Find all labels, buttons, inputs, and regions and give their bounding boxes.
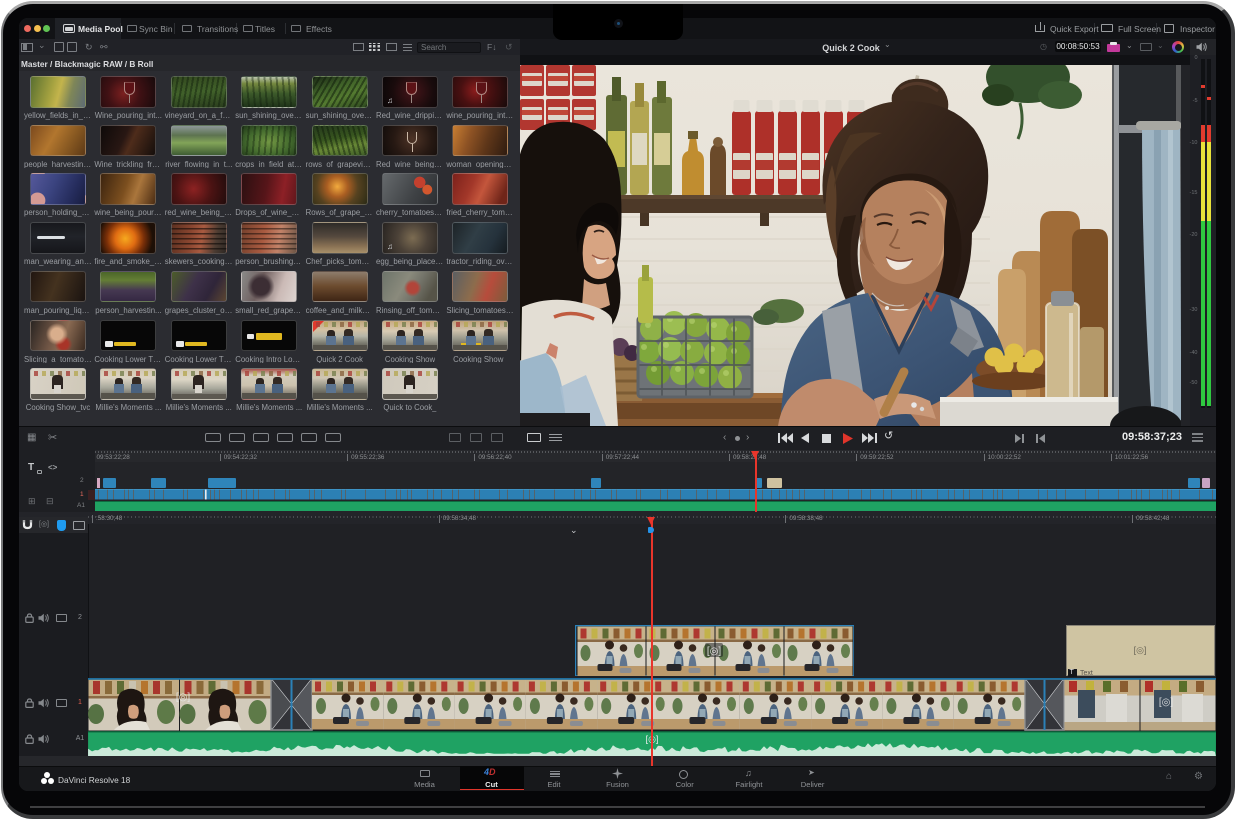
- svg-text:[◎]: [◎]: [176, 692, 191, 703]
- svg-text:[◎]: [◎]: [706, 646, 721, 657]
- svg-text:[◎]: [◎]: [1159, 697, 1174, 708]
